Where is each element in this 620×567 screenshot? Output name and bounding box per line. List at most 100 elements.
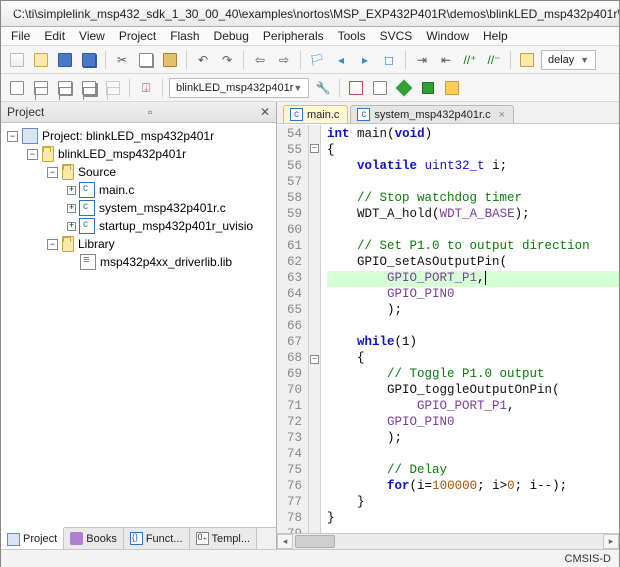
tree-node-label: system_msp432p401r.c [99, 201, 226, 215]
project-panel-x-button[interactable]: ✕ [260, 105, 270, 119]
tree-file[interactable]: + startup_msp432p401r_uvisio [3, 217, 274, 235]
project-tree[interactable]: − Project: blinkLED_msp432p401r − blinkL… [1, 123, 276, 527]
window-titlebar: C:\ti\simplelink_msp432_sdk_1_30_00_40\e… [1, 1, 619, 27]
scroll-right-button[interactable]: ▸ [603, 534, 619, 549]
statusbar: CMSIS-D [1, 549, 619, 567]
c-file-icon [79, 200, 95, 216]
fold-column[interactable]: −− [309, 125, 321, 533]
cut-button[interactable]: ✂ [112, 50, 132, 70]
indent-button[interactable]: ⇥ [412, 50, 432, 70]
menu-file[interactable]: File [11, 29, 30, 43]
menu-peripherals[interactable]: Peripherals [263, 29, 324, 43]
target-select[interactable]: blinkLED_msp432p401r ▼ [169, 78, 309, 98]
rte-button[interactable] [418, 78, 438, 98]
bookmark-clear-button[interactable]: ◻ [379, 50, 399, 70]
project-panel-tabs: Project Books Funct... Templ... [1, 527, 276, 549]
close-tab-icon[interactable]: × [499, 109, 505, 121]
rebuild-button[interactable] [55, 78, 75, 98]
editor-area: main.c system_msp432p401r.c × 5455565758… [277, 102, 619, 549]
c-file-icon [79, 182, 95, 198]
project-icon [22, 128, 38, 144]
toolbar-build: ⍗ blinkLED_msp432p401r ▼ 🔧 [1, 74, 619, 102]
menu-project[interactable]: Project [119, 29, 156, 43]
panel-tab-functions[interactable]: Funct... [124, 528, 190, 549]
find-button[interactable] [517, 50, 537, 70]
target-options-button[interactable]: 🔧 [313, 78, 333, 98]
project-panel-close-button[interactable]: ▫ [148, 105, 152, 119]
tree-lib-group[interactable]: − Library [3, 235, 274, 253]
expander-icon[interactable]: + [67, 222, 76, 231]
bookmark-prev-button[interactable]: ◂ [331, 50, 351, 70]
expander-icon[interactable]: − [7, 131, 18, 142]
tree-project-root[interactable]: − Project: blinkLED_msp432p401r [3, 127, 274, 145]
menu-svcs[interactable]: SVCS [380, 29, 413, 43]
batch-build-button[interactable] [79, 78, 99, 98]
tree-target[interactable]: − blinkLED_msp432p401r [3, 145, 274, 163]
translate-button[interactable] [7, 78, 27, 98]
scroll-left-button[interactable]: ◂ [277, 534, 293, 549]
menu-tools[interactable]: Tools [338, 29, 366, 43]
tree-source-group[interactable]: − Source [3, 163, 274, 181]
editor-tab[interactable]: system_msp432p401r.c × [350, 105, 514, 123]
bookmark-next-button[interactable]: ▸ [355, 50, 375, 70]
pack-green-button[interactable] [394, 78, 414, 98]
comment-button[interactable]: //⁺ [460, 50, 480, 70]
editor-tab[interactable]: main.c [283, 105, 348, 123]
menu-view[interactable]: View [79, 29, 105, 43]
project-panel: Project ▫ ✕ − Project: blinkLED_msp432p4… [1, 102, 277, 549]
nav-fwd-button[interactable]: ⇨ [274, 50, 294, 70]
tree-node-label: msp432p4xx_driverlib.lib [100, 255, 232, 269]
editor-tabs: main.c system_msp432p401r.c × [277, 102, 619, 124]
editor-hscrollbar[interactable]: ◂ ▸ [277, 533, 619, 549]
tree-file[interactable]: msp432p4xx_driverlib.lib [3, 253, 274, 271]
expander-icon[interactable]: − [47, 239, 58, 250]
tree-file[interactable]: + main.c [3, 181, 274, 199]
c-file-icon [290, 108, 303, 121]
lib-file-icon [80, 254, 96, 270]
folder-icon [62, 236, 74, 252]
code-editor[interactable]: 5455565758596061626364656667686970717273… [277, 124, 619, 533]
menu-flash[interactable]: Flash [170, 29, 199, 43]
c-file-icon [79, 218, 95, 234]
undo-button[interactable]: ↶ [193, 50, 213, 70]
tree-file[interactable]: + system_msp432p401r.c [3, 199, 274, 217]
redo-button[interactable]: ↷ [217, 50, 237, 70]
line-number-gutter: 5455565758596061626364656667686970717273… [277, 125, 309, 533]
nav-back-button[interactable]: ⇦ [250, 50, 270, 70]
outdent-button[interactable]: ⇤ [436, 50, 456, 70]
open-file-button[interactable] [31, 50, 51, 70]
menu-help[interactable]: Help [483, 29, 508, 43]
paste-button[interactable] [160, 50, 180, 70]
folder-icon [62, 164, 74, 180]
file-ext-button[interactable] [370, 78, 390, 98]
new-file-button[interactable] [7, 50, 27, 70]
menu-window[interactable]: Window [426, 29, 469, 43]
expander-icon[interactable]: + [67, 186, 76, 195]
folder-icon [42, 146, 54, 162]
scroll-thumb[interactable] [295, 535, 335, 548]
bookmark-toggle-button[interactable]: 🏳 [307, 50, 327, 70]
menu-debug[interactable]: Debug [214, 29, 249, 43]
panel-tab-templates[interactable]: Templ... [190, 528, 258, 549]
expander-icon[interactable]: − [47, 167, 58, 178]
download-button[interactable]: ⍗ [136, 78, 156, 98]
save-button[interactable] [55, 50, 75, 70]
save-all-button[interactable] [79, 50, 99, 70]
copy-button[interactable] [136, 50, 156, 70]
uncomment-button[interactable]: //⁻ [484, 50, 504, 70]
pack-installer-button[interactable] [442, 78, 462, 98]
expander-icon[interactable]: − [27, 149, 38, 160]
menu-edit[interactable]: Edit [44, 29, 65, 43]
editor-tab-label: system_msp432p401r.c [374, 109, 490, 121]
tree-node-label: Library [78, 237, 115, 251]
status-right: CMSIS-D [565, 553, 611, 565]
source-text[interactable]: int main(void){ volatile uint32_t i; // … [321, 125, 619, 533]
build-button[interactable] [31, 78, 51, 98]
stop-build-button[interactable] [103, 78, 123, 98]
panel-tab-books[interactable]: Books [64, 528, 124, 549]
tree-node-label: blinkLED_msp432p401r [58, 147, 186, 161]
manage-button[interactable] [346, 78, 366, 98]
expander-icon[interactable]: + [67, 204, 76, 213]
panel-tab-project[interactable]: Project [1, 527, 64, 549]
find-combo[interactable]: delay ▼ [541, 50, 596, 70]
